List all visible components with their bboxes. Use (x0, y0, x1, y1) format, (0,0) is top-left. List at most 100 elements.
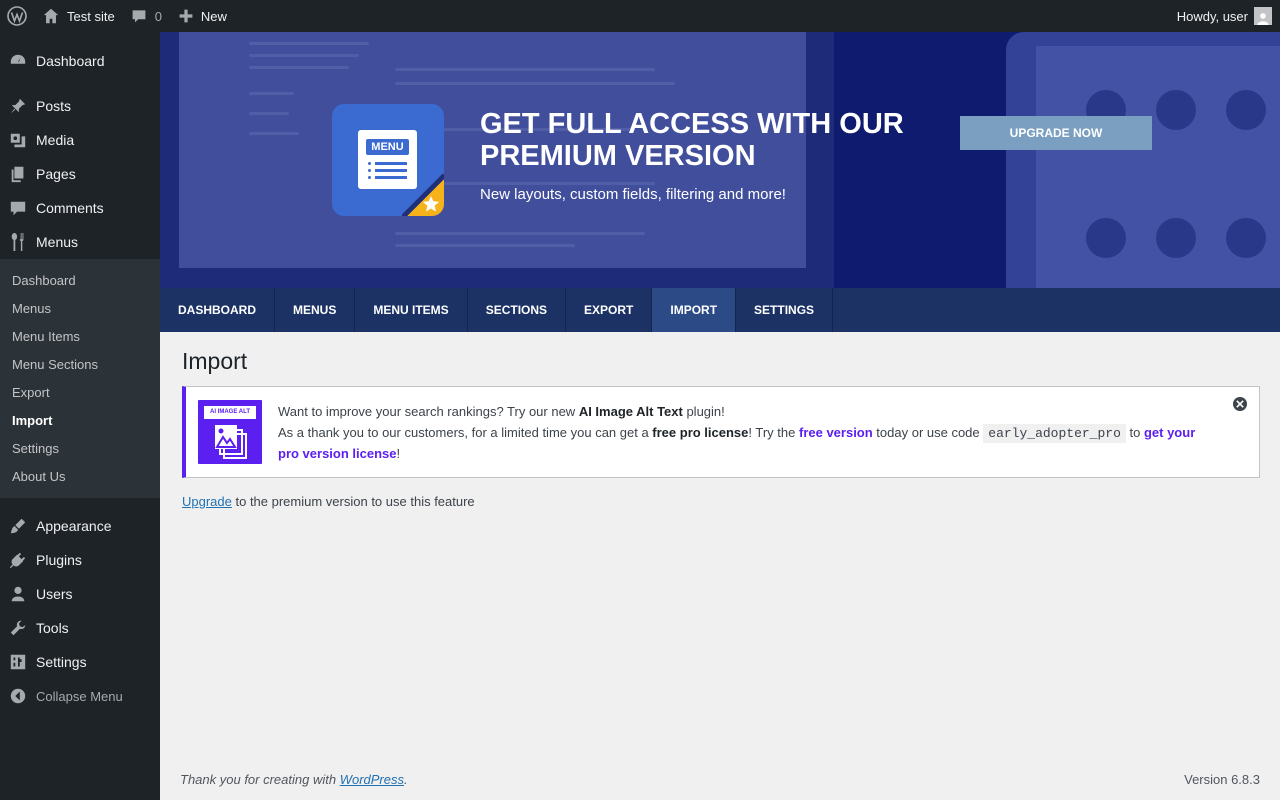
sidebar-item-label: Users (36, 586, 73, 602)
submenu-item-menus[interactable]: Menus (0, 294, 160, 322)
sidebar-item-users[interactable]: Users (0, 577, 160, 611)
sidebar-item-label: Plugins (36, 552, 82, 568)
main-content: MENU GET FULL ACCESS WITH OUR PREMIUM VE… (160, 32, 1280, 800)
dismiss-notice-button[interactable] (1233, 397, 1247, 411)
image-stack-icon (215, 425, 247, 459)
fork-knife-icon (8, 232, 28, 252)
sidebar-item-pages[interactable]: Pages (0, 157, 160, 191)
tab-menus[interactable]: MENUS (275, 288, 356, 332)
site-name-link[interactable]: Test site (34, 0, 123, 32)
tab-settings[interactable]: SETTINGS (736, 288, 834, 332)
upgrade-text: to the premium version to use this featu… (231, 494, 475, 509)
premium-banner: MENU GET FULL ACCESS WITH OUR PREMIUM VE… (160, 32, 1280, 288)
tab-dashboard[interactable]: DASHBOARD (160, 288, 275, 332)
sliders-icon (8, 652, 28, 672)
menu-plugin-icon: MENU (332, 104, 444, 216)
comment-bubble-icon (132, 10, 146, 23)
sidebar-item-label: Tools (36, 620, 69, 636)
footer-thanks: Thank you for creating with WordPress. (180, 772, 408, 787)
footer-version: Version 6.8.3 (1184, 772, 1260, 787)
wordpress-logo-icon[interactable] (0, 0, 34, 32)
sidebar-item-posts[interactable]: Posts (0, 89, 160, 123)
notice-text-segment: Want to improve your search rankings? Tr… (278, 404, 579, 419)
user-icon (8, 584, 28, 604)
sidebar-item-label: Appearance (36, 518, 112, 534)
tab-import[interactable]: IMPORT (652, 288, 737, 332)
upgrade-feature-notice: Upgrade to the premium version to use th… (182, 494, 475, 509)
tab-sections[interactable]: SECTIONS (468, 288, 567, 332)
wrench-icon (8, 618, 28, 638)
sidebar-item-appearance[interactable]: Appearance (0, 509, 160, 543)
sidebar-item-label: Settings (36, 654, 87, 670)
pages-icon (8, 164, 28, 184)
howdy-label: Howdy, user (1176, 8, 1248, 24)
notice-text-segment: ! Try the (748, 424, 799, 440)
sidebar-item-dashboard[interactable]: Dashboard (0, 44, 160, 78)
sidebar-item-comments[interactable]: Comments (0, 191, 160, 225)
footer-text: Thank you for creating with (180, 772, 340, 787)
home-icon (43, 8, 59, 24)
sidebar-item-label: Media (36, 132, 75, 148)
submenu-item-export[interactable]: Export (0, 378, 160, 406)
star-icon (422, 195, 440, 212)
banner-subtitle: New layouts, custom fields, filtering an… (480, 186, 786, 203)
banner-title: GET FULL ACCESS WITH OUR PREMIUM VERSION (480, 108, 904, 172)
ai-alt-text-notice: AI IMAGE ALT TEXT Want to improve your s… (182, 386, 1260, 478)
sidebar-item-tools[interactable]: Tools (0, 611, 160, 645)
sidebar-item-media[interactable]: Media (0, 123, 160, 157)
ai-image-alt-text-name: AI Image Alt Text (578, 404, 683, 419)
new-content-link[interactable]: New (170, 0, 235, 32)
sidebar-item-label: Dashboard (36, 53, 105, 69)
sidebar-item-menus[interactable]: Menus (0, 225, 160, 259)
sidebar-item-label: Comments (36, 200, 104, 216)
site-name-label: Test site (67, 8, 115, 24)
notice-text-segment: today or use code (872, 424, 984, 440)
media-icon (8, 130, 28, 150)
wordpress-link[interactable]: WordPress (340, 772, 404, 787)
page-title: Import (182, 348, 248, 374)
pin-icon (8, 96, 28, 116)
submenu-item-import[interactable]: Import (0, 406, 160, 434)
comments-count: 0 (154, 8, 162, 24)
notice-text-segment: plugin! (682, 404, 725, 419)
sidebar-item-plugins[interactable]: Plugins (0, 543, 160, 577)
free-version-link[interactable]: free version (799, 425, 873, 440)
notice-text-segment: to (1125, 424, 1144, 440)
brush-icon (8, 516, 28, 536)
sidebar-item-settings[interactable]: Settings (0, 645, 160, 679)
footer-text: . (404, 772, 408, 787)
avatar (1254, 7, 1272, 25)
new-label: New (200, 8, 227, 24)
sidebar-item-label: Pages (36, 166, 76, 182)
menu-tag: MENU (366, 139, 409, 155)
my-account-link[interactable]: Howdy, user (1169, 0, 1280, 32)
submenu-item-menu-sections[interactable]: Menu Sections (0, 350, 160, 378)
sidebar-item-label: Menus (36, 234, 79, 250)
close-icon (1236, 400, 1244, 408)
notice-text: Want to improve your search rankings? Tr… (278, 402, 1208, 465)
comments-link[interactable]: 0 (123, 0, 170, 32)
comment-icon (8, 198, 28, 218)
submenu-item-about-us[interactable]: About Us (0, 462, 160, 490)
upgrade-now-button[interactable]: UPGRADE NOW (960, 116, 1152, 150)
tab-export[interactable]: EXPORT (566, 288, 653, 332)
dashboard-icon (8, 51, 28, 71)
free-pro-license-text: free pro license (652, 424, 749, 440)
collapse-menu-button[interactable]: Collapse Menu (0, 679, 160, 713)
logo-label: AI IMAGE ALT TEXT (204, 406, 256, 428)
upgrade-link[interactable]: Upgrade (182, 494, 232, 509)
collapse-arrow-icon (8, 686, 28, 706)
sidebar-item-label: Posts (36, 98, 72, 114)
admin-bar: Test site 0 New Howdy, user (0, 0, 1280, 32)
promo-code: early_adopter_pro (983, 423, 1126, 443)
plug-icon (8, 550, 28, 570)
admin-sidebar: Dashboard Posts Media Pages Comments Men… (0, 32, 160, 800)
submenu-item-dashboard[interactable]: Dashboard (0, 266, 160, 294)
submenu-item-menu-items[interactable]: Menu Items (0, 322, 160, 350)
notice-text-segment: ! (396, 446, 401, 461)
submenu-item-settings[interactable]: Settings (0, 434, 160, 462)
tab-menu-items[interactable]: MENU ITEMS (355, 288, 468, 332)
plus-icon (179, 9, 193, 23)
collapse-menu-label: Collapse Menu (36, 688, 123, 704)
plugin-tabs: DASHBOARD MENUS MENU ITEMS SECTIONS EXPO… (160, 288, 1280, 332)
